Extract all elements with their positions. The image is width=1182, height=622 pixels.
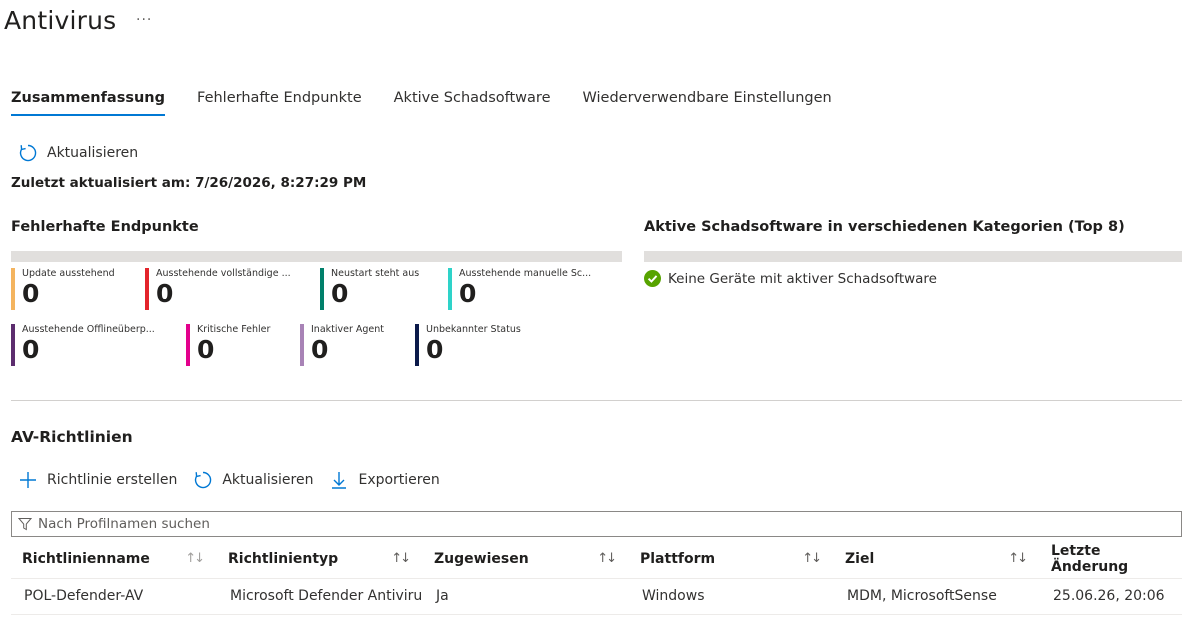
tab-aktive-schadsoftware[interactable]: Aktive Schadsoftware	[394, 90, 551, 116]
policies-table: Richtlinienname ↑↓ Richtlinientyp ↑↓ Zugew…	[11, 541, 1182, 615]
policies-toolbar: Richtlinie erstellen Aktualisieren Expor…	[18, 470, 456, 490]
tile-unbekannter-status[interactable]: Unbekannter Status 0	[415, 324, 546, 366]
export-label: Exportieren	[358, 472, 440, 488]
download-icon	[332, 472, 347, 489]
tile-value: 0	[459, 279, 477, 308]
column-header-zugewiesen[interactable]: Zugewiesen ↑↓	[423, 541, 629, 579]
sort-icon[interactable]: ↑↓	[1008, 551, 1028, 566]
refresh-icon	[195, 471, 212, 489]
column-header-ziel[interactable]: Ziel ↑↓	[834, 541, 1040, 579]
endpoints-bar	[11, 251, 622, 262]
column-header-label: Plattform	[640, 551, 716, 568]
create-policy-button[interactable]: Richtlinie erstellen	[18, 470, 177, 490]
page-title: Antivirus	[4, 6, 117, 35]
more-options-icon[interactable]: ···	[136, 12, 152, 28]
plus-icon	[20, 472, 36, 488]
tab-zusammenfassung[interactable]: Zusammenfassung	[11, 90, 166, 116]
column-header-label: Letzte Änderung	[1051, 543, 1129, 576]
tile-value: 0	[197, 335, 215, 364]
export-button[interactable]: Exportieren	[329, 470, 440, 490]
column-header-label: Richtlinienname	[22, 551, 150, 568]
tile-value: 0	[426, 335, 444, 364]
tile-update-ausstehend[interactable]: Update ausstehend 0	[11, 268, 142, 310]
tile-label: Update ausstehend	[22, 268, 115, 279]
column-header-richtlinienname[interactable]: Richtlinienname ↑↓	[11, 541, 217, 579]
tile-value: 0	[311, 335, 329, 364]
malware-section-title: Aktive Schadsoftware in verschiedenen Ka…	[644, 219, 1125, 235]
tile-stripe	[300, 324, 304, 366]
sort-icon[interactable]: ↑↓	[597, 551, 617, 566]
tile-value: 0	[331, 279, 349, 308]
tile-neustart-steht-aus[interactable]: Neustart steht aus 0	[320, 268, 446, 310]
refresh-label: Aktualisieren	[47, 145, 139, 161]
malware-status: Keine Geräte mit aktiver Schadsoftware	[644, 270, 937, 287]
tile-label: Neustart steht aus	[331, 268, 420, 279]
table-row[interactable]: POL-Defender-AV Microsoft Defender Antiv…	[11, 578, 1182, 615]
tile-label: Ausstehende Offlineüberp...	[22, 324, 155, 335]
check-circle-icon	[644, 270, 661, 287]
tile-stripe	[448, 268, 452, 310]
tile-value: 0	[22, 335, 40, 364]
tile-stripe	[11, 324, 15, 366]
tile-stripe	[186, 324, 190, 366]
malware-status-text: Keine Geräte mit aktiver Schadsoftware	[668, 270, 937, 287]
tile-ausstehende-manuelle[interactable]: Ausstehende manuelle Sc... 0	[448, 268, 609, 310]
cell-policy-type: Microsoft Defender Antivirus	[217, 578, 423, 615]
filter-icon	[18, 518, 32, 531]
tile-inaktiver-agent[interactable]: Inaktiver Agent 0	[300, 324, 411, 366]
tile-label: Ausstehende vollständige ...	[156, 268, 291, 279]
tab-wiederverwendbare-einstellungen[interactable]: Wiederverwendbare Einstellungen	[583, 90, 832, 116]
tile-value: 0	[156, 279, 174, 308]
cell-assigned: Ja	[423, 578, 629, 615]
column-header-richtlinientyp[interactable]: Richtlinientyp ↑↓	[217, 541, 423, 579]
tile-ausstehende-offline[interactable]: Ausstehende Offlineüberp... 0	[11, 324, 172, 366]
column-header-label: Richtlinientyp	[228, 551, 339, 568]
tile-stripe	[11, 268, 15, 310]
column-header-plattform[interactable]: Plattform ↑↓	[629, 541, 834, 579]
tab-bar: Zusammenfassung Fehlerhafte Endpunkte Ak…	[11, 90, 864, 116]
last-updated-text: Zuletzt aktualisiert am: 7/26/2026, 8:27…	[11, 175, 367, 191]
refresh-policies-button[interactable]: Aktualisieren	[193, 470, 313, 490]
search-input[interactable]	[38, 516, 1138, 532]
cell-platform: Windows	[629, 578, 834, 615]
endpoints-section-title: Fehlerhafte Endpunkte	[11, 219, 199, 235]
cell-last-modified: 25.06.26, 20:06	[1040, 578, 1182, 615]
refresh-button[interactable]: Aktualisieren	[18, 143, 138, 163]
tile-value: 0	[22, 279, 40, 308]
refresh-icon	[19, 144, 37, 162]
tile-ausstehende-vollstaendige[interactable]: Ausstehende vollständige ... 0	[145, 268, 306, 310]
malware-bar	[644, 251, 1182, 262]
tile-stripe	[145, 268, 149, 310]
sort-icon[interactable]: ↑↓	[802, 551, 822, 566]
column-header-label: Zugewiesen	[434, 551, 529, 568]
sort-icon[interactable]: ↑↓	[185, 551, 205, 566]
search-box	[11, 511, 1182, 537]
create-policy-label: Richtlinie erstellen	[47, 472, 178, 488]
tile-stripe	[415, 324, 419, 366]
tile-kritische-fehler[interactable]: Kritische Fehler 0	[186, 324, 297, 366]
tile-label: Unbekannter Status	[426, 324, 521, 335]
sort-icon[interactable]: ↑↓	[391, 551, 411, 566]
column-header-letzte-aenderung[interactable]: Letzte Änderung	[1040, 541, 1182, 579]
refresh-policies-label: Aktualisieren	[222, 472, 314, 488]
policies-section-title: AV-Richtlinien	[11, 428, 133, 446]
cell-policy-name[interactable]: POL-Defender-AV	[11, 578, 217, 615]
tile-stripe	[320, 268, 324, 310]
cell-target: MDM, MicrosoftSense	[834, 578, 1040, 615]
tab-fehlerhafte-endpunkte[interactable]: Fehlerhafte Endpunkte	[197, 90, 362, 116]
tile-label: Ausstehende manuelle Sc...	[459, 268, 592, 279]
table-header-row: Richtlinienname ↑↓ Richtlinientyp ↑↓ Zugew…	[11, 541, 1182, 579]
section-divider	[11, 400, 1182, 401]
column-header-label: Ziel	[845, 551, 875, 568]
